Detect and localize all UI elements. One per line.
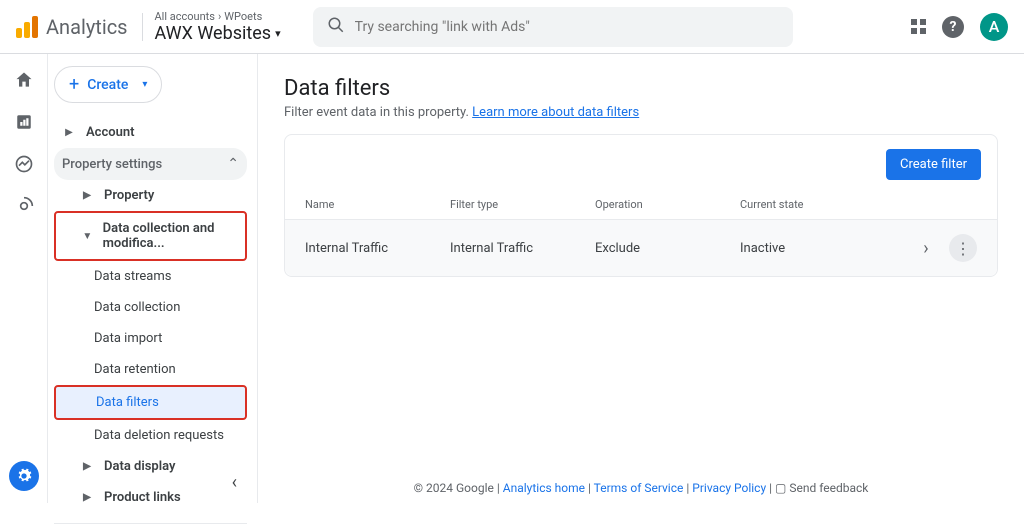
sidebar-item-product-links[interactable]: ▶ Product links	[54, 482, 247, 513]
desc-text: Filter event data in this property.	[284, 105, 472, 120]
main-content: Data filters Filter event data in this p…	[258, 54, 1024, 503]
col-type: Filter type	[450, 198, 595, 211]
admin-gear-icon[interactable]	[9, 461, 39, 491]
footer: © 2024 Google | Analytics home | Terms o…	[284, 451, 998, 495]
col-name: Name	[305, 198, 450, 211]
tos-link[interactable]: Terms of Service	[594, 481, 684, 495]
reports-icon[interactable]	[12, 110, 36, 134]
caret-down-icon: ▾	[275, 27, 281, 40]
advertising-icon[interactable]	[12, 194, 36, 218]
collapse-sidebar-icon[interactable]: ‹	[232, 472, 237, 493]
sidebar-item-data-import[interactable]: Data import	[54, 323, 247, 354]
create-button[interactable]: + Create ▾	[54, 66, 162, 103]
copyright: © 2024 Google	[414, 481, 494, 495]
search-icon	[327, 16, 345, 38]
search-input[interactable]	[355, 19, 779, 35]
sidebar-item-data-deletion[interactable]: Data deletion requests	[54, 420, 247, 451]
breadcrumb-account: WPoets	[224, 10, 262, 23]
data-collection-mod-label: Data collection and modifica...	[103, 221, 237, 251]
breadcrumb: All accounts › WPoets	[155, 10, 281, 23]
search-box[interactable]	[313, 7, 793, 47]
avatar[interactable]: A	[980, 13, 1008, 41]
sidebar-item-data-streams[interactable]: Data streams	[54, 261, 247, 292]
chevron-right-icon: ▶	[62, 127, 76, 138]
plus-icon: +	[69, 74, 79, 95]
account-label: Account	[86, 125, 134, 140]
sidebar-item-data-retention[interactable]: Data retention	[54, 354, 247, 385]
sidebar-item-property[interactable]: ▶ Property	[54, 180, 247, 211]
account-selector[interactable]: All accounts › WPoets AWX Websites ▾	[155, 10, 281, 44]
table-row[interactable]: Internal Traffic Internal Traffic Exclud…	[285, 220, 997, 276]
filters-card: Create filter Name Filter type Operation…	[284, 134, 998, 277]
property-settings-label: Property settings	[62, 157, 162, 172]
learn-more-link[interactable]: Learn more about data filters	[472, 105, 639, 120]
header: Analytics All accounts › WPoets AWX Webs…	[0, 0, 1024, 54]
chevron-right-icon: ▶	[80, 190, 94, 201]
table-header: Name Filter type Operation Current state	[285, 190, 997, 220]
brand-label: Analytics	[46, 15, 128, 39]
analytics-logo	[16, 16, 38, 38]
sidebar: + Create ▾ ▶ Account Property settings ⌃…	[48, 54, 258, 503]
feedback-icon: ▢	[775, 481, 786, 495]
property-name: AWX Websites	[155, 23, 272, 44]
chevron-right-icon[interactable]: ›	[911, 238, 941, 259]
sidebar-item-data-display[interactable]: ▶ Data display	[54, 451, 247, 482]
explore-icon[interactable]	[12, 152, 36, 176]
cell-name: Internal Traffic	[305, 241, 450, 256]
sidebar-item-data-collection-mod[interactable]: ▼ Data collection and modifica...	[54, 211, 247, 261]
chevron-right-icon: ▶	[80, 461, 94, 472]
chevron-up-icon: ⌃	[227, 156, 239, 172]
divider	[142, 13, 143, 41]
data-display-label: Data display	[104, 459, 175, 474]
caret-down-icon: ▾	[142, 79, 147, 90]
sidebar-item-data-collection[interactable]: Data collection	[54, 292, 247, 323]
help-icon[interactable]: ?	[942, 16, 964, 38]
cell-type: Internal Traffic	[450, 241, 595, 256]
page-description: Filter event data in this property. Lear…	[284, 105, 998, 120]
col-state: Current state	[740, 198, 897, 211]
sidebar-section-property-settings[interactable]: Property settings ⌃	[54, 148, 247, 180]
sidebar-item-account[interactable]: ▶ Account	[54, 117, 247, 148]
chevron-right-icon: ›	[218, 10, 221, 23]
kebab-menu-icon[interactable]: ⋮	[949, 234, 977, 262]
cell-state: Inactive	[740, 241, 897, 256]
cell-op: Exclude	[595, 241, 740, 256]
page-title: Data filters	[284, 76, 998, 101]
breadcrumb-root: All accounts	[155, 10, 215, 23]
chevron-right-icon: ▶	[80, 492, 94, 503]
icon-rail	[0, 54, 48, 503]
feedback-link[interactable]: Send feedback	[789, 481, 868, 495]
create-filter-button[interactable]: Create filter	[886, 149, 981, 180]
privacy-link[interactable]: Privacy Policy	[692, 481, 766, 495]
col-op: Operation	[595, 198, 740, 211]
property-label: Property	[104, 188, 154, 203]
sidebar-item-data-filters[interactable]: Data filters	[54, 385, 247, 420]
home-icon[interactable]	[12, 68, 36, 92]
apps-icon[interactable]	[911, 19, 926, 34]
create-label: Create	[87, 77, 128, 93]
chevron-down-icon: ▼	[82, 231, 93, 242]
analytics-home-link[interactable]: Analytics home	[503, 481, 585, 495]
